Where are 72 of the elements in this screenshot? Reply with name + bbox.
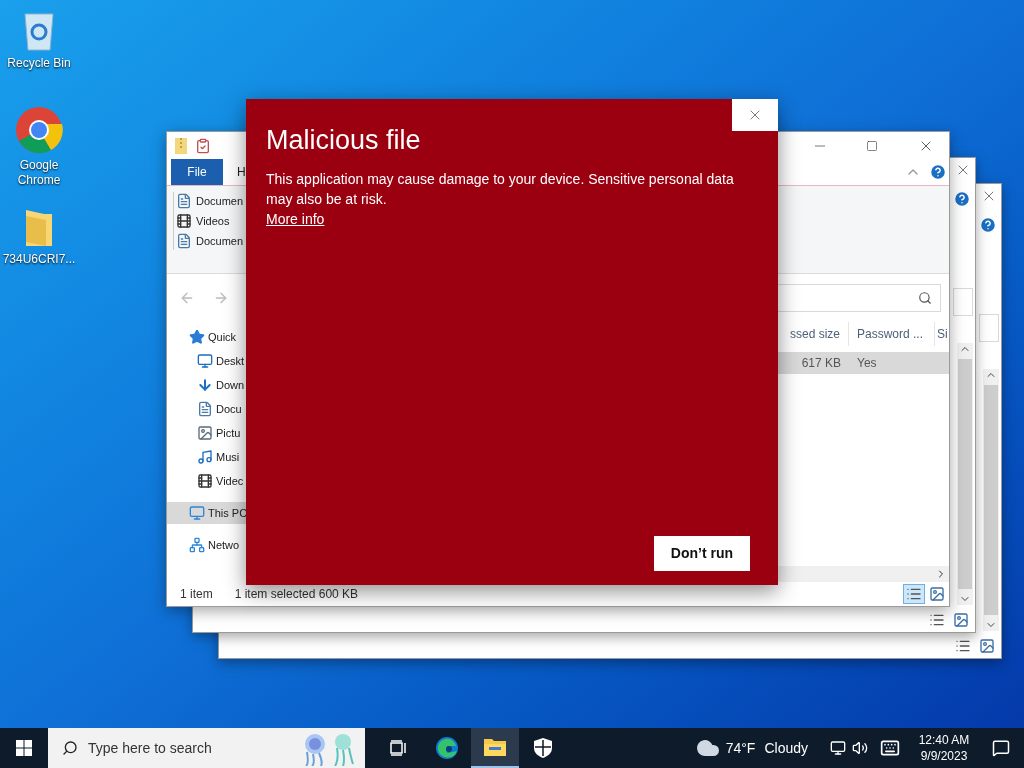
search-field[interactable]: Type here to search <box>48 728 365 768</box>
document-icon <box>176 233 192 249</box>
picture-icon <box>197 425 213 441</box>
nav-item[interactable]: This PC <box>167 502 249 524</box>
vertical-scrollbar[interactable] <box>983 369 999 631</box>
clock[interactable]: 12:40 AM 9/9/2023 <box>912 732 976 764</box>
table-cell-text: Yes <box>856 355 878 372</box>
search-icon <box>62 740 78 756</box>
help-icon[interactable] <box>979 216 997 234</box>
status-item-count: 1 item <box>180 586 213 603</box>
clock-time: 12:40 AM <box>918 732 970 748</box>
search-placeholder: Type here to search <box>88 738 212 758</box>
scroll-thumb[interactable] <box>984 385 998 615</box>
maximize-icon[interactable] <box>866 139 878 152</box>
network-icon[interactable] <box>830 740 846 756</box>
monitor-icon <box>197 353 213 369</box>
document-icon <box>197 401 213 417</box>
ribbon-tab[interactable]: H <box>223 159 250 185</box>
nav-item[interactable]: Deskt <box>167 350 249 372</box>
folder-icon <box>483 737 507 757</box>
preview-view-icon[interactable] <box>979 638 995 654</box>
ribbon-tab[interactable]: File <box>171 159 223 185</box>
nav-item[interactable]: Musi <box>167 446 249 468</box>
star-icon <box>189 329 205 345</box>
clock-date: 9/9/2023 <box>920 748 968 764</box>
status-selection: 1 item selected 600 KB <box>234 586 359 603</box>
windows-logo-icon <box>16 740 32 756</box>
table-cell-text: 617 KB <box>800 355 842 372</box>
dialog-title: Malicious file <box>266 124 422 157</box>
help-icon[interactable] <box>929 163 947 181</box>
column-header[interactable]: Password ... <box>849 322 935 346</box>
dont-run-button[interactable]: Don’t run <box>653 536 750 571</box>
details-view-icon[interactable] <box>955 638 971 654</box>
nav-item[interactable]: Quick <box>167 326 249 348</box>
weather-temperature[interactable]: 74°F <box>725 737 756 759</box>
zip-folder-icon <box>175 137 187 154</box>
film-icon <box>176 213 192 229</box>
vertical-scrollbar[interactable] <box>957 343 973 605</box>
details-view-icon <box>906 586 922 602</box>
shield-icon <box>533 737 553 759</box>
nav-item[interactable]: Netwo <box>167 534 249 556</box>
keyboard-icon[interactable] <box>880 738 900 758</box>
document-icon <box>176 193 192 209</box>
folder-icon <box>24 208 54 248</box>
notifications-icon[interactable] <box>992 739 1010 757</box>
music-note-icon <box>197 449 213 465</box>
more-info-link[interactable]: More info <box>266 209 325 229</box>
browser-icon <box>435 736 459 760</box>
details-view-icon[interactable] <box>929 612 945 628</box>
volume-icon[interactable] <box>852 740 868 756</box>
computer-icon <box>189 505 205 521</box>
column-header[interactable]: Si <box>935 322 949 346</box>
nav-item[interactable]: Videc <box>167 470 249 492</box>
film-icon <box>197 473 213 489</box>
preview-view-icon[interactable] <box>929 586 945 602</box>
arrow-down-icon <box>197 377 213 393</box>
scroll-thumb[interactable] <box>958 359 972 589</box>
preview-view-icon[interactable] <box>953 612 969 628</box>
help-icon[interactable] <box>953 190 971 208</box>
nav-item[interactable]: Docu <box>167 398 249 420</box>
search-icon <box>918 291 932 305</box>
weather-condition[interactable]: Cloudy <box>764 737 808 759</box>
properties-icon[interactable] <box>195 137 211 154</box>
taskbar-app[interactable] <box>471 728 519 768</box>
nav-item[interactable]: Pictu <box>167 422 249 444</box>
details-view-button[interactable] <box>903 584 925 604</box>
browser-logo-icon <box>15 106 63 154</box>
nav-item[interactable]: Down <box>167 374 249 396</box>
warning-message: This application may cause damage to your device. Sensitive personal data may also be at risk. <box>266 170 735 209</box>
recycle-bin-icon <box>22 10 56 52</box>
network-icon <box>189 537 205 553</box>
task-view-icon <box>390 740 408 756</box>
